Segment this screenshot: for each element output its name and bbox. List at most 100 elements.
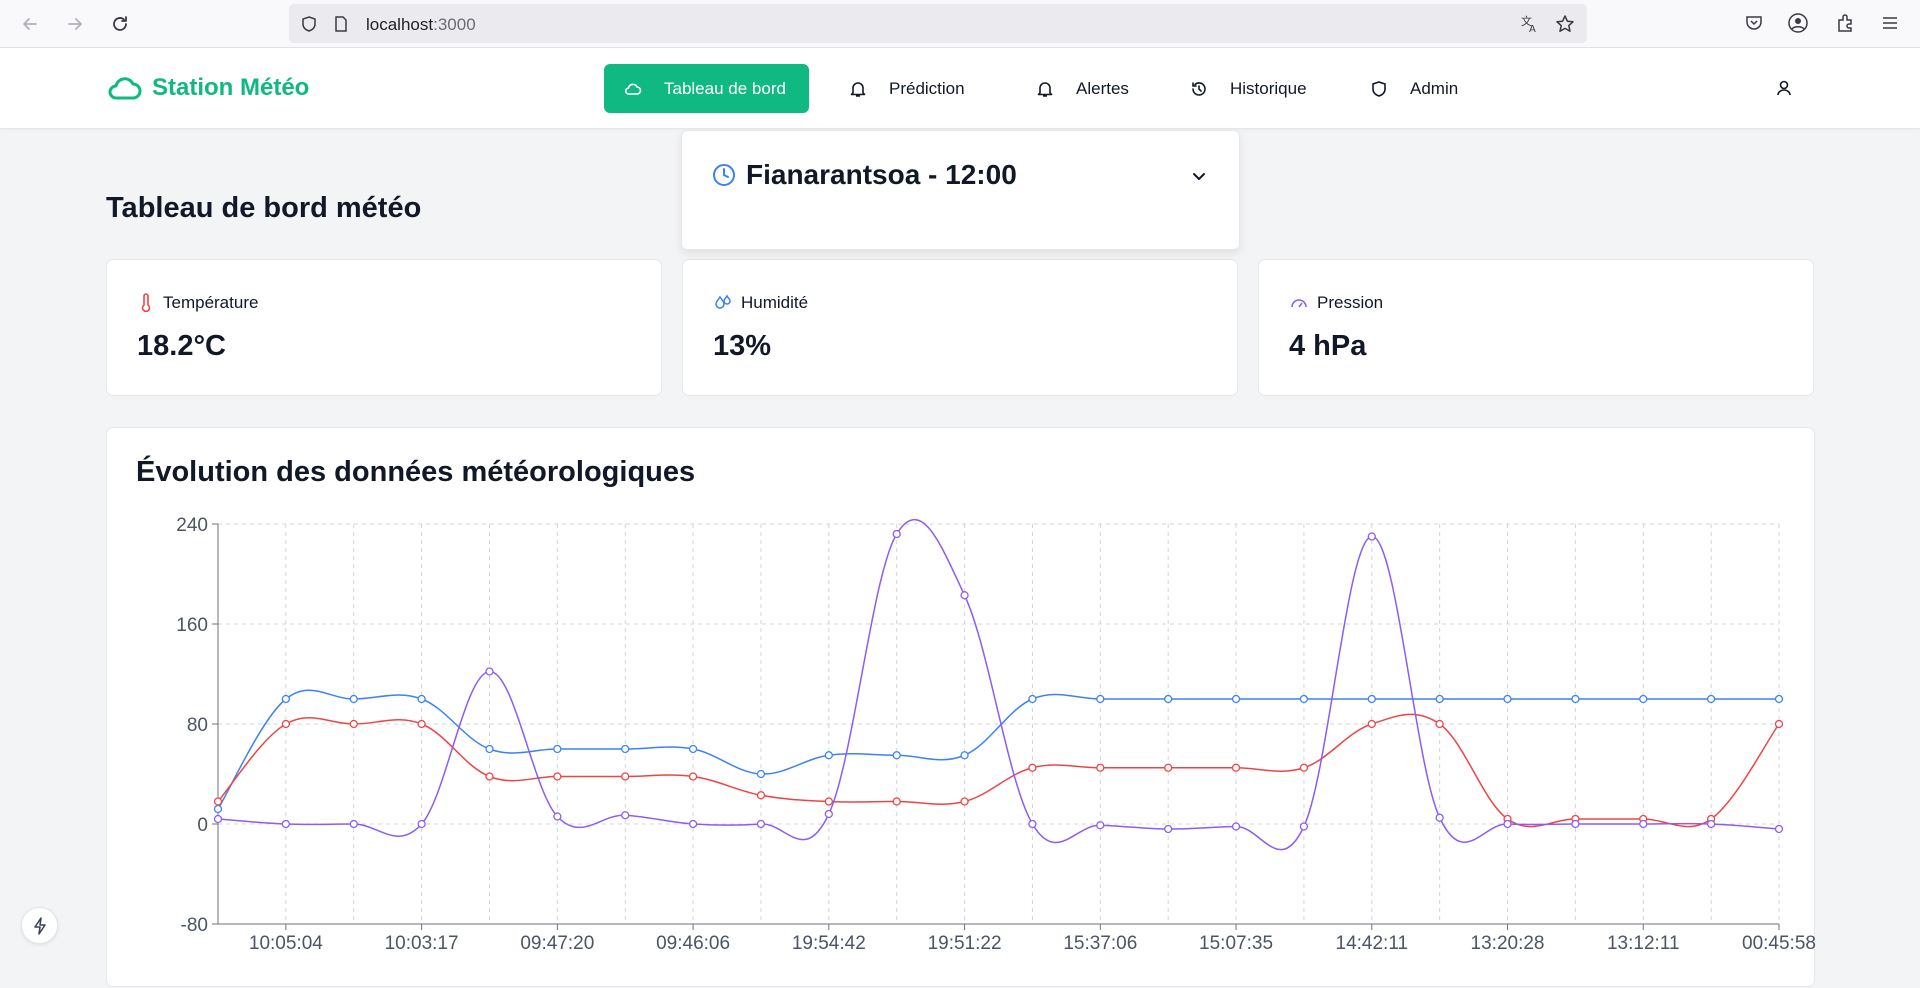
location-label: Fianarantsoa - 12:00: [746, 159, 1017, 190]
pressure-point: [1571, 819, 1580, 829]
app-header: Station Météo Tableau de bord Prédiction…: [0, 48, 1920, 129]
clock-icon: [713, 164, 735, 186]
weather-line-chart: -80 0 80 160 240 10:05:04 10:03:17 09:47:20 09:4…: [176, 515, 1816, 954]
humidity-point: [1028, 694, 1037, 704]
cloud-icon: [624, 83, 642, 95]
x-tick-label: 10:03:17: [385, 933, 459, 954]
temperature-point: [1774, 719, 1784, 729]
brand-name: Station Météo: [152, 74, 310, 101]
pressure-point: [485, 667, 494, 676]
nav-label: Historique: [1230, 78, 1307, 98]
humidity-point: [1435, 694, 1444, 704]
temperature-point: [1028, 763, 1037, 772]
bookmark-star-icon[interactable]: [1555, 14, 1575, 34]
temperature-point: [1231, 763, 1241, 772]
metric-label: Humidité: [741, 293, 809, 312]
svg-text:A: A: [1529, 24, 1536, 34]
dev-tools-button[interactable]: [21, 907, 58, 944]
x-tick-label: 15:07:35: [1199, 933, 1273, 954]
pressure-point: [621, 811, 630, 820]
thermometer-icon: [141, 293, 151, 313]
x-tick-label: 15:37:06: [1063, 933, 1137, 954]
pressure-point: [1367, 532, 1376, 541]
bolt-icon: [33, 916, 46, 935]
humidity-point: [1367, 694, 1376, 704]
menu-icon[interactable]: [1878, 11, 1902, 35]
nav-label: Admin: [1410, 78, 1459, 98]
temperature-line: [217, 713, 1780, 828]
pressure-point: [688, 819, 698, 829]
humidity-card: Humidité 13%: [682, 259, 1238, 396]
pressure-point: [960, 591, 969, 600]
back-button[interactable]: [16, 10, 44, 38]
y-tick-label: -80: [181, 915, 208, 936]
x-tick-label: 19:51:22: [928, 933, 1002, 954]
account-icon[interactable]: [1786, 11, 1810, 35]
nav-admin[interactable]: Admin: [1350, 64, 1478, 113]
x-tick-label: 10:05:04: [249, 933, 323, 954]
x-tick-label: 00:45:58: [1742, 933, 1816, 954]
nav-tableau-de-bord[interactable]: Tableau de bord: [604, 64, 809, 113]
gauge-icon: [1291, 299, 1307, 308]
history-icon: [1192, 81, 1206, 96]
temperature-point: [553, 772, 562, 781]
humidity-point: [1571, 694, 1580, 704]
pressure-point: [892, 529, 901, 539]
pressure-point: [1164, 824, 1173, 834]
translate-icon[interactable]: 文A: [1520, 14, 1540, 34]
humidity-point: [349, 694, 358, 704]
shield-icon[interactable]: [299, 14, 319, 34]
humidity-point: [1231, 694, 1241, 704]
temperature-point: [1164, 763, 1173, 772]
humidity-point: [688, 744, 698, 754]
humidity-point: [1096, 694, 1105, 704]
url-bar[interactable]: localhost:3000 文A: [289, 4, 1587, 43]
humidity-point: [892, 751, 901, 760]
metric-label: Température: [163, 293, 259, 312]
pressure-point: [553, 812, 562, 821]
pressure-point: [1774, 824, 1784, 834]
location-selector[interactable]: Fianarantsoa - 12:00: [681, 130, 1240, 250]
humidity-point: [756, 769, 766, 779]
user-icon: [1777, 80, 1791, 96]
url-text[interactable]: localhost:3000: [366, 15, 476, 35]
x-tick-label: 19:54:42: [792, 933, 866, 954]
brand[interactable]: Station Météo: [106, 74, 309, 102]
forward-button[interactable]: [61, 10, 89, 38]
humidity-point: [1774, 694, 1784, 704]
bell-icon: [1037, 81, 1053, 97]
nav-historique[interactable]: Historique: [1170, 64, 1327, 113]
chevron-down-icon[interactable]: [1187, 164, 1211, 188]
humidity-point: [1706, 694, 1716, 704]
x-tick-label: 09:47:20: [520, 933, 594, 954]
humidity-point: [553, 744, 562, 754]
reload-button[interactable]: [106, 10, 134, 38]
humidity-point: [1299, 694, 1309, 704]
temperature-point: [756, 791, 766, 800]
browser-toolbar: localhost:3000 文A: [0, 0, 1920, 48]
temperature-card: Température 18.2°C: [106, 259, 662, 396]
user-button[interactable]: [1772, 76, 1796, 100]
temperature-point: [892, 797, 901, 806]
page-title: Tableau de bord météo: [106, 192, 422, 224]
nav-alertes[interactable]: Alertes: [1016, 64, 1149, 113]
extensions-icon[interactable]: [1833, 11, 1857, 35]
cloud-icon: [108, 77, 142, 100]
x-tick-label: 13:20:28: [1471, 933, 1545, 954]
page-icon: [331, 14, 351, 34]
x-tick-label: 14:42:11: [1336, 933, 1409, 954]
humidity-point: [417, 694, 426, 704]
nav-prediction[interactable]: Prédiction: [829, 64, 985, 113]
pressure-point: [1503, 819, 1512, 829]
humidity-point: [621, 744, 630, 754]
temperature-point: [349, 719, 358, 729]
pressure-point: [1028, 819, 1037, 829]
pocket-icon[interactable]: [1742, 11, 1766, 35]
pressure-point: [1299, 822, 1309, 831]
pressure-point: [281, 819, 291, 829]
nav-label: Alertes: [1076, 78, 1129, 98]
temperature-point: [1096, 763, 1105, 772]
temperature-point: [213, 797, 223, 806]
x-tick-label: 09:46:06: [656, 933, 730, 954]
y-tick-label: 160: [176, 615, 208, 636]
